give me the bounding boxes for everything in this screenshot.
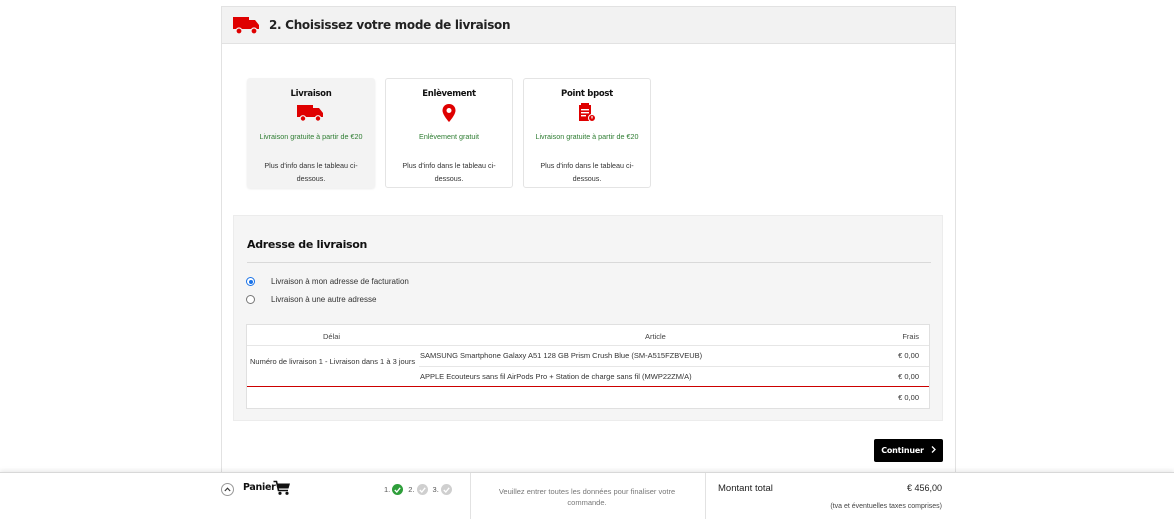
step-1: 1. xyxy=(384,484,404,495)
footer-message: Veuillez entrer toutes les données pour … xyxy=(498,487,676,507)
check-icon xyxy=(416,484,428,495)
expand-cart-toggle[interactable] xyxy=(221,483,234,496)
radio-label: Livraison à mon adresse de facturation xyxy=(271,277,409,286)
cart-icon xyxy=(273,480,291,498)
option-promo: Livraison gratuite à partir de €20 xyxy=(535,132,639,141)
chevron-up-icon xyxy=(224,487,231,492)
table-row-article: APPLE Ecouteurs sans fil AirPods Pro + S… xyxy=(420,372,692,381)
option-livraison[interactable]: Livraison Livraison gratuite à partir de… xyxy=(247,78,375,188)
option-info: Plus d'info dans le tableau ci-dessous. xyxy=(402,161,496,183)
check-icon xyxy=(392,484,404,495)
radio-label: Livraison à une autre adresse xyxy=(271,295,377,304)
truck-icon xyxy=(248,102,374,124)
delivery-panel: 2. Choisissez votre mode de livraison Li… xyxy=(221,6,956,476)
table-row-article: SAMSUNG Smartphone Galaxy A51 128 GB Pri… xyxy=(420,351,703,360)
divider xyxy=(247,386,929,387)
parcel-point-icon xyxy=(524,102,650,124)
option-enlevement[interactable]: Enlèvement Enlèvement gratuit Plus d'inf… xyxy=(385,78,513,188)
option-title: Livraison xyxy=(290,89,332,99)
divider xyxy=(419,366,929,367)
panel-header: 2. Choisissez votre mode de livraison xyxy=(222,7,955,44)
tax-note: (tva et éventuelles taxes comprises) xyxy=(830,503,942,510)
table-row-fee: € 0,00 xyxy=(898,372,919,381)
radio-button-checked[interactable] xyxy=(246,277,255,286)
delivery-options: Livraison Livraison gratuite à partir de… xyxy=(247,78,651,188)
divider xyxy=(247,262,931,263)
delivery-address-section: Adresse de livraison Livraison à mon adr… xyxy=(233,215,943,421)
step-number: 3. xyxy=(432,485,439,494)
option-info: Plus d'info dans le tableau ci-dessous. xyxy=(264,161,358,183)
delivery-table: Délai Article Frais Numéro de livraison … xyxy=(246,324,930,409)
checkout-steps: 1. 2. 3. xyxy=(384,484,452,495)
chevron-right-icon xyxy=(931,446,936,455)
step-2: 2. xyxy=(408,484,428,495)
col-header-fees: Frais xyxy=(902,332,919,341)
continue-label: Continuer xyxy=(881,446,924,455)
step-number: 1. xyxy=(384,485,391,494)
radio-button[interactable] xyxy=(246,295,255,304)
location-pin-icon xyxy=(386,102,512,124)
divider xyxy=(247,345,929,346)
col-header-article: Article xyxy=(645,332,666,341)
option-promo: Enlèvement gratuit xyxy=(419,132,479,141)
option-promo: Livraison gratuite à partir de €20 xyxy=(259,132,363,141)
col-header-delay: Délai xyxy=(323,332,341,341)
address-title: Adresse de livraison xyxy=(247,238,368,251)
radio-other-address[interactable]: Livraison à une autre adresse xyxy=(246,295,376,304)
continue-button[interactable]: Continuer xyxy=(874,439,943,462)
divider xyxy=(705,473,706,519)
step-3: 3. xyxy=(433,484,452,495)
delivery-delay: Numéro de livraison 1 - Livraison dans 1… xyxy=(250,357,416,366)
total-label: Montant total xyxy=(718,483,773,494)
option-title: Enlèvement xyxy=(422,89,476,99)
step-number: 2. xyxy=(408,485,415,494)
section-title: 2. Choisissez votre mode de livraison xyxy=(269,18,511,32)
option-point-bpost[interactable]: Point bpost Livraison gratuite à partir … xyxy=(523,78,651,188)
divider xyxy=(470,473,471,519)
option-title: Point bpost xyxy=(561,89,613,99)
table-row-fee: € 0,00 xyxy=(898,351,919,360)
checkout-footer: Panier 1. 2. 3. Veuillez entrer toutes l… xyxy=(0,472,1174,519)
total-fee: € 0,00 xyxy=(898,393,919,402)
radio-billing-address[interactable]: Livraison à mon adresse de facturation xyxy=(246,277,409,286)
cart-label[interactable]: Panier xyxy=(243,482,276,493)
total-value: € 456,00 xyxy=(906,483,942,493)
truck-icon xyxy=(233,15,261,35)
check-icon xyxy=(440,484,452,495)
option-info: Plus d'info dans le tableau ci-dessous. xyxy=(540,161,634,183)
